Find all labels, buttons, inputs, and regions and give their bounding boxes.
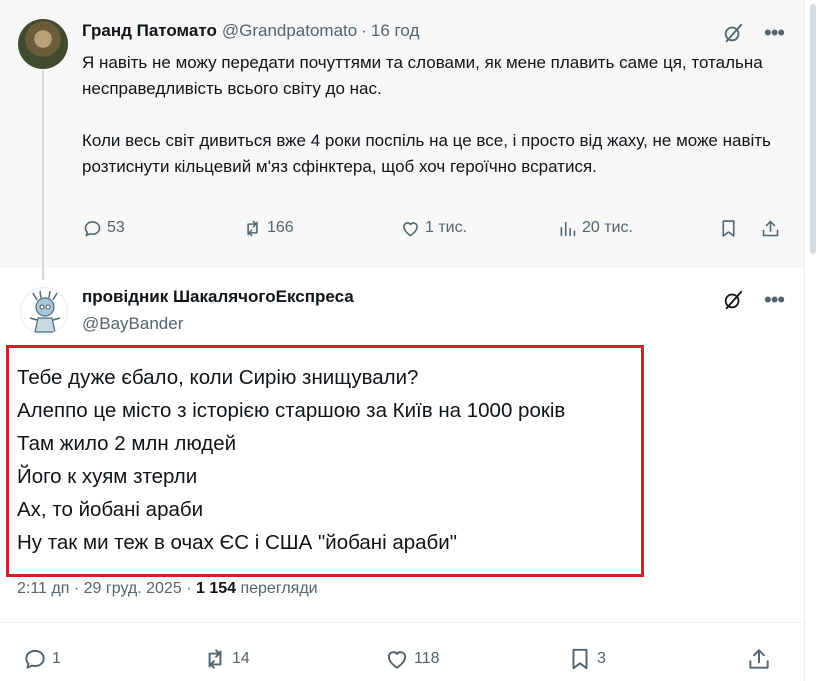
bookmark-icon (722, 219, 735, 237)
tweet-time[interactable]: 2:11 дп (17, 580, 69, 597)
views-count: 1 154 (195, 580, 237, 597)
more-icon[interactable]: ••• (764, 22, 785, 44)
avatar[interactable] (20, 287, 68, 335)
views-icon (560, 221, 576, 236)
reply-count: 53 (107, 219, 125, 236)
separator-dot: · (73, 580, 84, 597)
reply-icon (25, 649, 45, 669)
avatar[interactable] (18, 19, 68, 69)
tweet-line: Його к хуям зтерли (17, 465, 198, 488)
reply-action-bar: 1 14 118 3 (22, 646, 782, 672)
scrollbar-thumb[interactable] (810, 4, 816, 254)
reply-tweet-header: провідник ШакалячогоЕкспреса (82, 287, 354, 307)
grok-icon[interactable] (722, 22, 744, 44)
repost-count: 166 (267, 219, 294, 236)
tweet-timestamp-row: 2:11 дп · 29 груд. 2025 · 1 154 перегляд… (17, 580, 318, 598)
repost-button[interactable]: 14 (202, 646, 250, 672)
author-handle[interactable]: @BayBander (82, 314, 183, 334)
reply-button[interactable]: 1 (22, 646, 61, 672)
share-icon (762, 220, 779, 236)
bookmark-icon (572, 648, 588, 670)
separator-dot: · (186, 580, 196, 597)
reply-button[interactable]: 53 (82, 218, 125, 239)
tweet-line: Алеппо це місто з історією старшою за Ки… (17, 399, 566, 422)
grok-icon[interactable] (722, 289, 744, 311)
share-icon (749, 649, 769, 669)
repost-count: 14 (232, 650, 250, 667)
like-count: 118 (414, 650, 440, 667)
tweet-date[interactable]: 29 груд. 2025 (84, 580, 182, 597)
tweet-paragraph: Коли весь світ дивиться вже 4 роки поспі… (82, 131, 771, 176)
author-name[interactable]: Гранд Патомато (82, 21, 217, 41)
reply-tweet-top-icons: ••• (722, 289, 785, 311)
views-label: перегляди (240, 580, 318, 597)
bookmark-button[interactable]: 3 (567, 646, 606, 672)
tweet-line: Ах, то йобані араби (17, 498, 204, 521)
avatar-image (29, 290, 61, 333)
tweet-line: Тебе дуже єбало, коли Сирію знищували? (17, 366, 419, 389)
share-button[interactable] (760, 218, 781, 239)
repost-icon (208, 649, 222, 669)
more-icon[interactable]: ••• (764, 289, 785, 311)
bookmark-button[interactable] (718, 218, 739, 239)
thread-line (42, 70, 44, 280)
reply-tweet-text: Тебе дуже єбало, коли Сирію знищували? А… (17, 361, 565, 559)
heart-icon (387, 651, 407, 669)
tweet-line: Там жило 2 млн людей (17, 432, 237, 455)
divider (0, 622, 804, 623)
repost-button[interactable]: 166 (242, 218, 294, 239)
parent-tweet-header: Гранд Патомато @Grandpatomato · 16 год (82, 21, 419, 41)
parent-tweet-text: Я навіть не можу передати почуттями та с… (82, 50, 787, 206)
like-button[interactable]: 1 тис. (400, 218, 467, 239)
tweet-line: Ну так ми теж в очах ЄС і США "йобані ар… (17, 531, 458, 554)
reply-count: 1 (52, 650, 61, 667)
bookmark-count: 3 (597, 650, 606, 667)
parent-tweet-top-icons: ••• (722, 22, 785, 44)
author-name[interactable]: провідник ШакалячогоЕкспреса (82, 287, 354, 307)
repost-icon (247, 220, 258, 236)
author-handle[interactable]: @Grandpatomato (222, 21, 357, 41)
views-button[interactable]: 20 тис. (557, 218, 633, 239)
share-button[interactable] (746, 646, 772, 672)
tweet-paragraph: Я навіть не можу передати почуттями та с… (82, 53, 763, 98)
parent-tweet[interactable]: Гранд Патомато @Grandpatomato · 16 год •… (0, 0, 804, 280)
views-count: 20 тис. (582, 219, 633, 236)
scrollbar[interactable] (804, 0, 820, 681)
reply-icon (84, 220, 101, 236)
tweet-time[interactable]: 16 год (371, 21, 419, 41)
heart-icon (403, 221, 418, 236)
like-count: 1 тис. (425, 219, 468, 236)
like-button[interactable]: 118 (384, 646, 440, 672)
separator-dot: · (361, 21, 367, 40)
